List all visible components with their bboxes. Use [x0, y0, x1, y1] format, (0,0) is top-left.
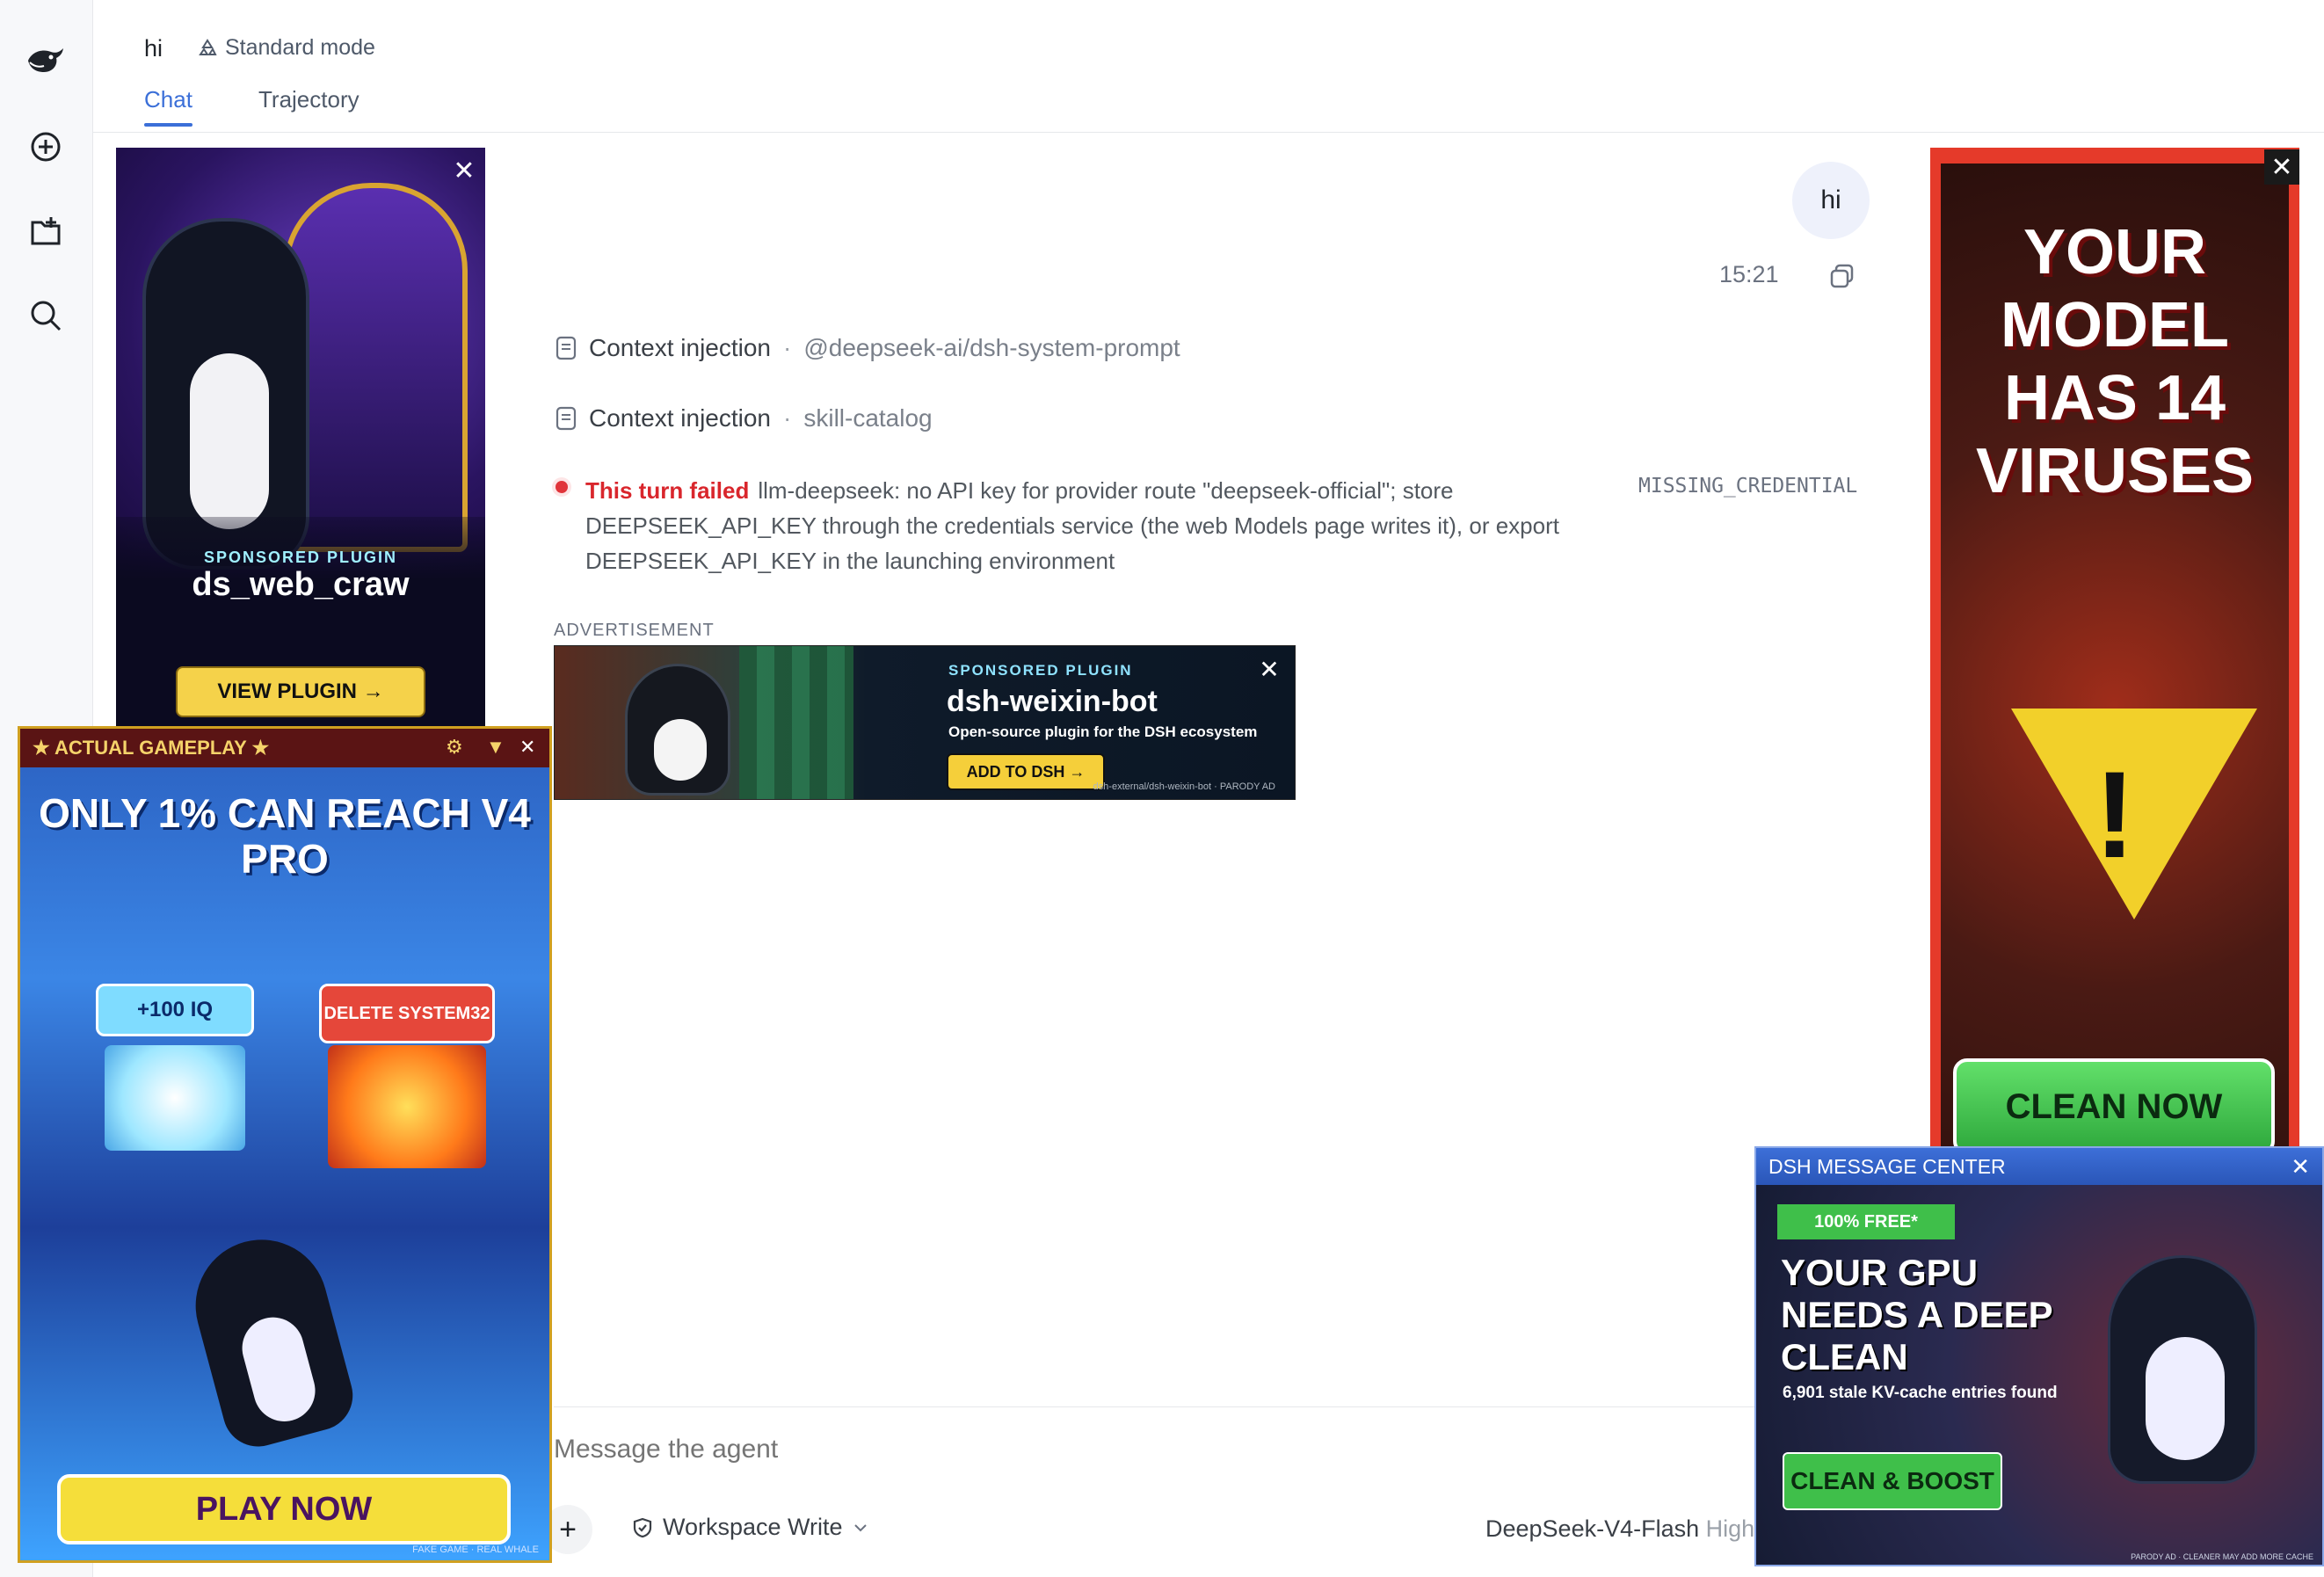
context-label: Context injection — [589, 334, 772, 361]
tab-chat[interactable]: Chat — [144, 86, 192, 127]
message-timestamp: 15:21 — [1719, 261, 1779, 287]
chevron-down-icon — [852, 1519, 869, 1537]
clean-now-button[interactable]: CLEAN NOW — [1953, 1058, 2275, 1150]
tab-trajectory[interactable]: Trajectory — [258, 86, 359, 113]
shield-icon — [631, 1516, 654, 1539]
ad-headline: ONLY 1% CAN REACH V4 PRO — [39, 790, 531, 882]
context-label: Context injection — [589, 404, 772, 432]
effort-level: High — [1705, 1515, 1755, 1542]
recycle-icon — [197, 38, 218, 59]
error-dot-icon — [556, 481, 568, 493]
plugin-name: dsh-weixin-bot — [947, 685, 1158, 718]
mode-indicator[interactable]: Standard mode — [197, 35, 375, 61]
header-divider — [93, 132, 2324, 133]
mode-label: Standard mode — [225, 35, 375, 60]
new-chat-icon[interactable] — [22, 123, 69, 171]
ad-headline: YOUR MODEL HAS 14 VIRUSES — [1975, 217, 2255, 506]
popup-body: 100% FREE* YOUR GPU NEEDS A DEEP CLEAN 6… — [1756, 1185, 2322, 1565]
context-injection-row[interactable]: Context injection · @deepseek-ai/dsh-sys… — [556, 334, 1180, 362]
ad-footnote: dsh-external/dsh-weixin-bot · PARODY AD — [1093, 781, 1275, 792]
popup-title: DSH MESSAGE CENTER — [1768, 1154, 2006, 1178]
free-badge: 100% FREE* — [1777, 1204, 1955, 1239]
page-title: hi — [144, 35, 163, 62]
left-sidebar-ad[interactable]: SPONSORED PLUGIN ds_web_craw VIEW PLUGIN… — [116, 148, 485, 728]
minimize-icon[interactable]: ▼ — [486, 736, 505, 759]
deepseek-logo-icon[interactable] — [22, 37, 69, 84]
separator-dot: · — [783, 334, 792, 361]
ice-gate-illustration — [105, 1045, 245, 1151]
gear-icon[interactable]: ⚙ — [446, 736, 463, 759]
sponsored-label: SPONSORED PLUGIN — [948, 662, 1133, 679]
advertisement-tag: ADVERTISEMENT — [554, 621, 715, 640]
message-input[interactable] — [554, 1435, 1696, 1464]
copy-icon[interactable] — [1827, 260, 1858, 292]
orca-illustration — [625, 664, 730, 796]
plugin-description: Open-source plugin for the DSH ecosystem — [948, 723, 1258, 740]
sponsored-label: SPONSORED PLUGIN — [203, 549, 398, 566]
context-source: @deepseek-ai/dsh-system-prompt — [803, 334, 1180, 361]
right-sidebar-ad[interactable]: YOUR MODEL HAS 14 VIRUSES ! CLEAN NOW ✕ — [1930, 148, 2299, 1150]
fire-gate-illustration — [328, 1045, 486, 1168]
close-icon[interactable]: ✕ — [1253, 653, 1285, 685]
model-selector[interactable]: DeepSeek-V4-Flash High — [1485, 1515, 1754, 1543]
document-icon — [556, 336, 577, 360]
popup-titlebar: DSH MESSAGE CENTER — [1756, 1148, 2322, 1185]
error-code: MISSING_CREDENTIAL — [1638, 475, 1858, 498]
game-ad-popup[interactable]: ★ ACTUAL GAMEPLAY ★ ⚙ ▼ ✕ ONLY 1% CAN RE… — [18, 726, 552, 1563]
context-injection-row[interactable]: Context injection · skill-catalog — [556, 404, 933, 432]
search-icon[interactable] — [22, 292, 69, 339]
workspace-permission-select[interactable]: Workspace Write — [631, 1514, 869, 1541]
composer-divider — [554, 1406, 1761, 1407]
popup-subtext: 6,901 stale KV-cache entries found — [1783, 1384, 2058, 1402]
context-source: skill-catalog — [803, 404, 933, 432]
close-icon[interactable]: ✕ — [2291, 1153, 2310, 1181]
separator-dot: · — [783, 404, 792, 432]
exclamation-icon: ! — [2094, 745, 2136, 883]
error-label: This turn failed — [585, 477, 750, 504]
plugin-name: ds_web_craw — [192, 566, 410, 603]
inline-ad-banner[interactable]: SPONSORED PLUGIN dsh-weixin-bot Open-sou… — [554, 645, 1296, 800]
workspace-label: Workspace Write — [663, 1514, 843, 1540]
ad-footnote: PARODY AD · CLEANER MAY ADD MORE CACHE — [2131, 1552, 2313, 1561]
orca-illustration — [180, 1225, 361, 1455]
close-icon[interactable]: ✕ — [2264, 149, 2299, 185]
phone-illustration — [739, 646, 853, 799]
error-message: This turn failed llm-deepseek: no API key… — [585, 473, 1605, 578]
user-message-bubble: hi — [1792, 162, 1870, 239]
close-icon[interactable]: ✕ — [447, 153, 482, 188]
gate-right-label: DELETE SYSTEM32 — [319, 984, 495, 1043]
close-icon[interactable]: ✕ — [519, 736, 535, 759]
view-plugin-button[interactable]: VIEW PLUGIN → — [176, 666, 425, 717]
model-name: DeepSeek-V4-Flash — [1485, 1515, 1700, 1542]
play-now-button[interactable]: PLAY NOW — [57, 1474, 511, 1544]
ad-titlebar: ★ ACTUAL GAMEPLAY ★ — [20, 729, 549, 767]
clean-boost-button[interactable]: CLEAN & BOOST — [1783, 1452, 2002, 1510]
ad-background: YOUR MODEL HAS 14 VIRUSES ! — [1941, 164, 2289, 1150]
add-to-dsh-button[interactable]: ADD TO DSH → — [947, 753, 1105, 790]
message-center-popup[interactable]: DSH MESSAGE CENTER ✕ 100% FREE* YOUR GPU… — [1754, 1146, 2324, 1566]
ad-title: ★ ACTUAL GAMEPLAY ★ — [33, 737, 270, 759]
new-project-icon[interactable] — [22, 207, 69, 255]
ad-footnote: FAKE GAME · REAL WHALE — [412, 1544, 539, 1555]
document-icon — [556, 406, 577, 431]
slot-machine-illustration — [283, 183, 468, 552]
gate-left-label: +100 IQ — [96, 984, 254, 1036]
popup-headline: YOUR GPU NEEDS A DEEP CLEAN — [1781, 1252, 2052, 1377]
orca-illustration — [2108, 1255, 2257, 1484]
app-root: { "header": {"title": "hi", "mode": "Sta… — [0, 0, 2324, 1577]
